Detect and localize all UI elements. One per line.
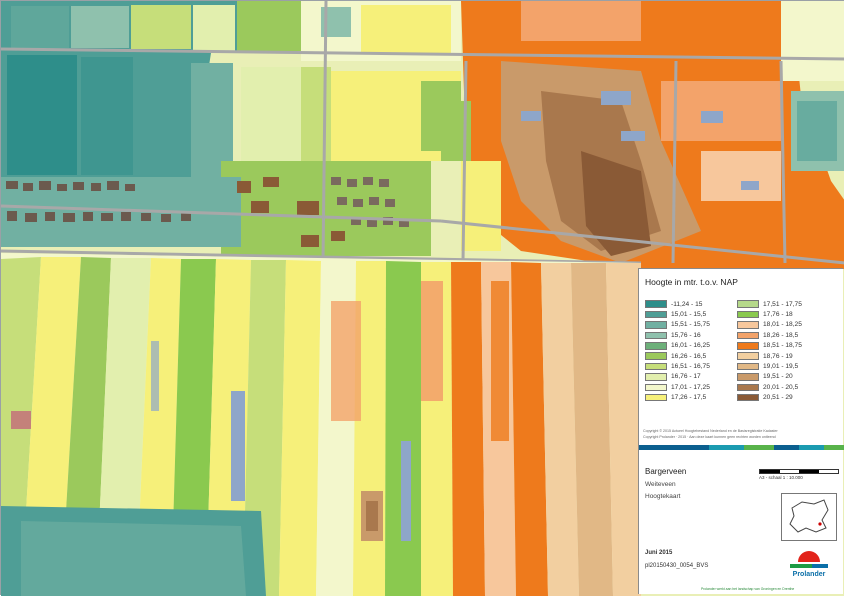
legend-label: 20,51 - 29: [763, 394, 793, 402]
legend-item: 17,76 - 18: [737, 309, 802, 319]
project-title: Bargerveen: [645, 467, 687, 476]
copyright-line-2: Copyright Prolander · 2015 · Aan deze ka…: [643, 435, 776, 439]
legend-label: 18,76 - 19: [763, 352, 793, 360]
legend-label: 15,51 - 15,75: [671, 321, 710, 329]
legend-item: 16,51 - 16,75: [645, 361, 710, 371]
legend-label: 16,51 - 16,75: [671, 363, 710, 371]
legend-item: 17,26 - 17,5: [645, 393, 710, 403]
project-location: Weiteveen: [645, 481, 676, 488]
legend-label: 19,51 - 20: [763, 373, 793, 381]
logo-text: Prolander: [792, 571, 826, 578]
legend-swatch: [737, 362, 759, 371]
legend-item: 17,01 - 17,25: [645, 382, 710, 392]
legend-swatch: [737, 373, 759, 381]
map-legend-panel: Hoogte in mtr. t.o.v. NAP -11,24 - 15 15,…: [638, 268, 844, 594]
prolander-logo: Prolander: [784, 544, 834, 584]
legend-swatch: [645, 362, 667, 371]
legend-label: 20,01 - 20,5: [763, 383, 799, 391]
legend-swatch: [645, 300, 667, 308]
legend-item: 15,51 - 15,75: [645, 320, 710, 330]
color-bar-segment: [799, 445, 824, 450]
legend-column-1: -11,24 - 15 15,01 - 15,5 15,51 - 15,75 15,7…: [645, 299, 710, 403]
legend-swatch: [737, 352, 759, 360]
legend-swatch: [737, 321, 759, 329]
legend-column-2: 17,51 - 17,75 17,76 - 18 18,01 - 18,25 18,2…: [737, 299, 802, 403]
legend-item: 18,26 - 18,5: [737, 330, 802, 340]
legend-swatch: [737, 383, 759, 392]
region-outline-icon: [789, 499, 829, 533]
scale-indicator: A3 - schaal 1 : 10.000: [759, 469, 839, 480]
color-bar-segment: [639, 445, 709, 450]
legend-item: 17,51 - 17,75: [737, 299, 802, 309]
legend-swatch: [645, 393, 667, 402]
legend-swatch: [645, 310, 667, 319]
legend-swatch: [737, 331, 759, 340]
map-type: Hoogtekaart: [645, 493, 681, 500]
legend-swatch: [645, 352, 667, 360]
legend-swatch: [737, 300, 759, 308]
legend-swatch: [737, 310, 759, 319]
legend-label: 17,51 - 17,75: [763, 300, 802, 308]
legend-title: Hoogte in mtr. t.o.v. NAP: [645, 277, 738, 287]
color-bar-segment: [744, 445, 774, 450]
legend-item: 16,01 - 16,25: [645, 341, 710, 351]
legend-item: 20,01 - 20,5: [737, 382, 802, 392]
copyright-line-1: Copyright © 2015 Actueel Hoogtebestand N…: [643, 429, 778, 433]
legend-item: 15,01 - 15,5: [645, 309, 710, 319]
legend-label: 16,26 - 16,5: [671, 352, 707, 360]
scale-bar: [759, 469, 839, 474]
legend-label: 19,01 - 19,5: [763, 363, 799, 371]
legend-swatch: [645, 342, 667, 350]
legend-label: 18,51 - 18,75: [763, 342, 802, 350]
legend-item: -11,24 - 15: [645, 299, 710, 309]
legend-item: 19,51 - 20: [737, 372, 802, 382]
legend-label: 16,76 - 17: [671, 373, 701, 381]
legend-swatch: [645, 373, 667, 381]
prolander-logo-icon: [790, 551, 828, 568]
color-bar-segment: [774, 445, 799, 450]
legend-label: 17,01 - 17,25: [671, 383, 710, 391]
legend-swatch: [645, 331, 667, 340]
map-date: Juni 2015: [645, 550, 673, 556]
legend-label: -11,24 - 15: [671, 300, 703, 308]
legend-item: 15,76 - 16: [645, 330, 710, 340]
brand-color-bar: [639, 445, 844, 450]
scale-text: A3 - schaal 1 : 10.000: [759, 475, 803, 480]
legend-swatch: [737, 342, 759, 350]
legend-item: 18,51 - 18,75: [737, 341, 802, 351]
legend-label: 18,26 - 18,5: [763, 331, 799, 339]
legend-item: 18,76 - 19: [737, 351, 802, 361]
legend-item: 20,51 - 29: [737, 393, 802, 403]
legend-label: 17,26 - 17,5: [671, 394, 707, 402]
overview-inset-map: [781, 493, 837, 541]
legend-item: 19,01 - 19,5: [737, 361, 802, 371]
legend-swatch: [645, 321, 667, 329]
color-bar-segment: [709, 445, 744, 450]
legend-item: 18,01 - 18,25: [737, 320, 802, 330]
legend-label: 15,76 - 16: [671, 331, 701, 339]
legend-swatch: [645, 383, 667, 392]
legend-label: 17,76 - 18: [763, 311, 793, 319]
map-code: pl20150430_0054_BVS: [645, 563, 709, 569]
legend-label: 18,01 - 18,25: [763, 321, 802, 329]
legend-item: 16,26 - 16,5: [645, 351, 710, 361]
legend-label: 15,01 - 15,5: [671, 311, 707, 319]
footer-text: Prolander werkt aan het landschap van Gr…: [701, 587, 795, 591]
color-bar-segment: [824, 445, 844, 450]
legend-label: 16,01 - 16,25: [671, 342, 710, 350]
legend-swatch: [737, 393, 759, 402]
legend-item: 16,76 - 17: [645, 372, 710, 382]
